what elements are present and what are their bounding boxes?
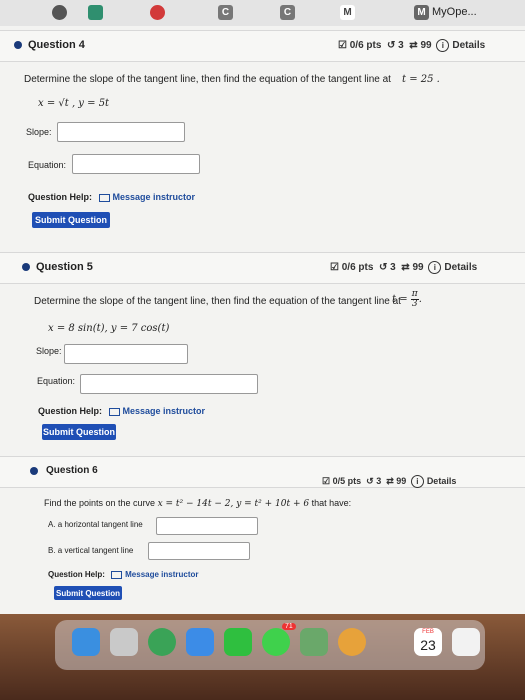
info-icon[interactable]: i <box>436 39 450 52</box>
help-label: Question Help: <box>48 570 105 579</box>
favicon-teal-icon[interactable] <box>88 5 103 20</box>
equation-label: Equation: <box>28 160 67 170</box>
attempts-icon: ↺ <box>363 475 374 486</box>
question-meta: ☑ 0/5 pts ↺ 3 ⇄ 99 i Details <box>322 475 456 488</box>
help-label: Question Help: <box>28 192 93 202</box>
slope-label: Slope: <box>26 127 52 137</box>
info-icon[interactable]: i <box>410 475 424 488</box>
t-value: t = π3. <box>392 289 422 309</box>
question-6-header: Question 6 ☑ 0/5 pts ↺ 3 ⇄ 99 i Details <box>0 456 525 488</box>
t-fraction: π3 <box>410 290 419 309</box>
question-prompt: Determine the slope of the tangent line,… <box>34 296 401 307</box>
submit-question-button[interactable]: Submit Question <box>54 586 122 600</box>
slope-input[interactable] <box>64 344 188 364</box>
favicon-dark-icon[interactable] <box>52 5 67 20</box>
chegg-c-icon-2[interactable]: C <box>280 5 295 20</box>
details-link[interactable]: Details <box>452 40 485 51</box>
question-dot <box>30 467 38 475</box>
retries: 99 <box>420 40 432 52</box>
submit-question-button[interactable]: Submit Question <box>32 212 110 228</box>
myopenmath-m-icon[interactable]: M <box>414 5 429 20</box>
mail-icon <box>108 407 120 416</box>
equation-input[interactable] <box>72 154 200 174</box>
equation-input[interactable] <box>80 374 258 394</box>
question-title: Question 6 <box>46 465 98 476</box>
score-icon: ☑ <box>322 475 331 486</box>
retries: 99 <box>396 475 407 486</box>
question-5-header: Question 5 ☑ 0/6 pts ↺ 3 ⇄ 99 i Details <box>0 252 525 284</box>
question-dot <box>22 263 30 271</box>
retries-icon: ⇄ <box>383 475 394 486</box>
score-icon: ☑ <box>338 40 347 52</box>
question-meta: ☑ 0/6 pts ↺ 3 ⇄ 99 i Details <box>330 261 477 274</box>
question-title: Question 4 <box>28 39 85 51</box>
score: 0/6 pts <box>341 262 374 274</box>
messages-icon[interactable] <box>262 628 290 656</box>
question-dot <box>14 41 22 49</box>
attempts-icon: ↺ <box>376 262 388 274</box>
attempts: 3 <box>398 40 404 52</box>
active-tab-title[interactable]: MyOpe... <box>432 6 477 18</box>
question-prompt: Find the points on the curve x = t² − 14… <box>44 498 351 509</box>
attempts-icon: ↺ <box>384 40 396 52</box>
maps-icon[interactable] <box>300 628 328 656</box>
question-prompt: Determine the slope of the tangent line,… <box>24 74 391 85</box>
messages-badge: 71 <box>282 623 296 630</box>
finder-icon[interactable] <box>72 628 100 656</box>
equation-label: Equation: <box>37 376 76 386</box>
prompt-end: that have: <box>311 498 352 508</box>
calendar-day: 23 <box>420 637 436 653</box>
parametric-equations: x = √t , y = 5t <box>38 98 110 109</box>
question-4-header: Question 4 ☑ 0/6 pts ↺ 3 ⇄ 99 i Details <box>0 30 525 62</box>
attempts: 3 <box>390 262 396 274</box>
score: 0/6 pts <box>349 40 382 52</box>
message-instructor-link[interactable]: Message instructor <box>125 570 198 579</box>
parametric-equations: x = t² − 14t − 2, y = t² + 10t + 6 <box>157 499 310 509</box>
message-instructor-link[interactable]: Message instructor <box>123 406 206 416</box>
mail-icon <box>98 193 110 202</box>
horizontal-tangent-input[interactable] <box>156 517 258 535</box>
score: 0/5 pts <box>332 475 362 486</box>
parametric-equations: x = 8 sin(t), y = 7 cos(t) <box>48 323 170 334</box>
mail-icon <box>111 570 123 579</box>
mail-m-icon[interactable]: M <box>340 5 355 20</box>
score-icon: ☑ <box>330 262 339 274</box>
slope-label: Slope: <box>36 346 62 356</box>
question-help: Question Help: Message instructor <box>28 192 195 202</box>
retries-icon: ⇄ <box>398 262 410 274</box>
mail-app-icon[interactable] <box>186 628 214 656</box>
message-instructor-link[interactable]: Message instructor <box>113 192 196 202</box>
assignment-page: Question 4 ☑ 0/6 pts ↺ 3 ⇄ 99 i Details D… <box>0 26 525 614</box>
horizontal-tangent-label: A. a horizontal tangent line <box>48 520 143 529</box>
launchpad-icon[interactable] <box>110 628 138 656</box>
submit-question-button[interactable]: Submit Question <box>42 424 116 440</box>
reminders-icon[interactable] <box>452 628 480 656</box>
calendar-month: FEB <box>422 629 434 635</box>
info-icon[interactable]: i <box>428 261 442 274</box>
question-help: Question Help: Message instructor <box>48 570 198 579</box>
t-lhs: t = <box>392 294 408 305</box>
chrome-icon[interactable] <box>148 628 176 656</box>
vertical-tangent-input[interactable] <box>148 542 250 560</box>
question-title: Question 5 <box>36 261 93 273</box>
photos-icon[interactable] <box>338 628 366 656</box>
facetime-icon[interactable] <box>224 628 252 656</box>
retries-icon: ⇄ <box>406 40 418 52</box>
help-label: Question Help: <box>38 406 103 416</box>
favicon-red-icon[interactable] <box>150 5 165 20</box>
attempts: 3 <box>376 475 382 486</box>
details-link[interactable]: Details <box>427 476 457 486</box>
prompt-start: Find the points on the curve <box>44 498 156 508</box>
chegg-c-icon[interactable]: C <box>218 5 233 20</box>
question-meta: ☑ 0/6 pts ↺ 3 ⇄ 99 i Details <box>338 39 485 52</box>
t-value: t = 25 . <box>402 74 440 85</box>
calendar-icon[interactable]: FEB 23 <box>414 628 442 656</box>
slope-input[interactable] <box>57 122 185 142</box>
t-denominator: 3 <box>411 299 418 309</box>
vertical-tangent-label: B. a vertical tangent line <box>48 546 134 555</box>
retries: 99 <box>412 262 424 274</box>
details-link[interactable]: Details <box>444 262 477 273</box>
browser-tab-bar: C C M M MyOpe... <box>0 0 525 27</box>
question-help: Question Help: Message instructor <box>38 406 205 416</box>
